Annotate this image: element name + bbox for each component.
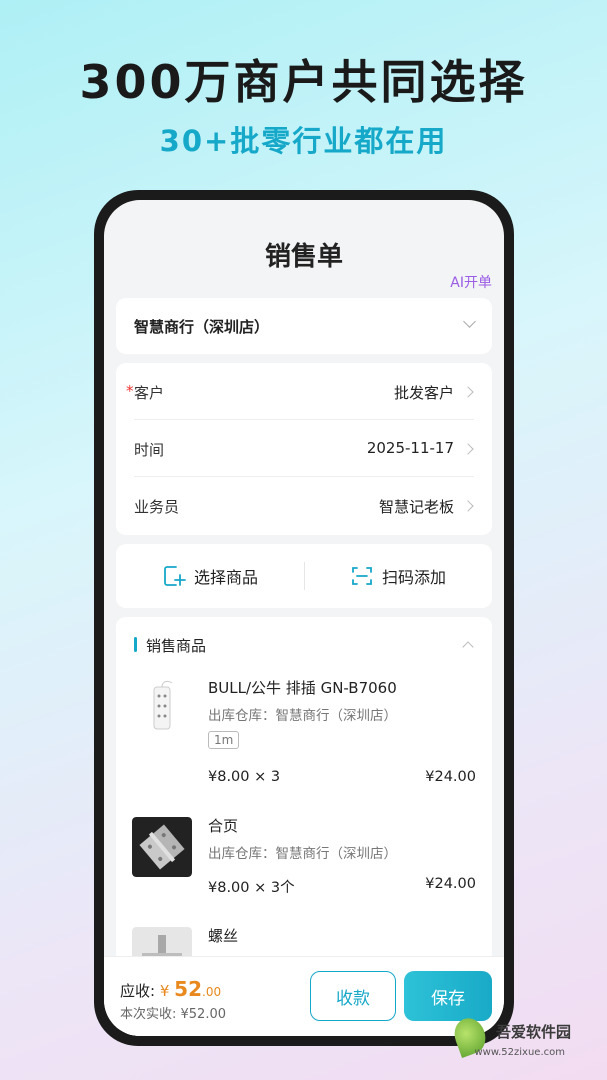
scan-icon [352,567,372,585]
list-item[interactable]: BULL/公牛 排插 GN-B7060 出库仓库：智慧商行（深圳店） 1m ¥8… [116,677,492,807]
salesperson-row[interactable]: 业务员 智慧记老板 [134,477,474,534]
add-goods-card: 选择商品 扫码添加 [116,544,492,608]
app-screen: 销售单 AI开单 智慧商行（深圳店） * 客户 批发客户 时间 2025-11-… [104,200,504,1036]
salesperson-value: 智慧记老板 [378,498,454,516]
item-price: ¥8.00 × 3个 [208,880,295,896]
item-name: 螺丝 [208,927,239,945]
item-name: BULL/公牛 排插 GN-B7060 [208,679,397,697]
promo-headline: 300万商户共同选择 [79,55,528,109]
date-label: 时间 [134,441,165,459]
chevron-right-icon [462,386,474,398]
item-spec-tag: 1m [208,731,240,749]
item-warehouse: 出库仓库：智慧商行（深圳店） [208,846,397,862]
scan-add-label: 扫码添加 [381,568,446,587]
store-name: 智慧商行（深圳店） [134,318,270,336]
promo-subline: 30+批零行业都在用 [159,124,448,158]
checkout-bar: 应收: ¥ 52.00 本次实收: ¥52.00 收款 保存 [104,956,504,1036]
item-price: ¥8.00 × 3 [208,769,281,785]
item-name: 合页 [208,817,239,835]
currency-symbol: ¥ [159,982,170,1000]
item-total: ¥24.00 [425,876,476,892]
list-item[interactable]: 合页 出库仓库：智慧商行（深圳店） ¥8.00 × 3个 ¥24.00 [116,815,492,915]
collapse-icon[interactable] [462,641,474,653]
customer-value: 批发客户 [393,384,454,402]
actual-received: 本次实收: ¥52.00 [120,1007,226,1022]
store-selector[interactable]: 智慧商行（深圳店） [116,298,492,354]
item-total: ¥24.00 [425,769,476,785]
salesperson-label: 业务员 [134,498,180,516]
customer-row[interactable]: * 客户 批发客户 [126,363,474,420]
receivable: 应收: ¥ 52.00 [120,977,221,1001]
watermark-name: 吾爱软件园 [495,1023,571,1041]
power-strip-image [132,677,192,737]
receivable-amount: 52 [174,977,203,1001]
required-mark: * [126,382,134,400]
watermark-logo: 吾爱软件园 www.52zixue.com [449,1012,591,1072]
ai-order-link[interactable]: AI开单 [450,272,492,292]
page-title: 销售单 [264,242,343,272]
select-goods-label: 选择商品 [193,568,258,587]
date-value: 2025-11-17 [366,439,454,457]
chevron-down-icon [463,315,476,328]
chevron-right-icon [462,500,474,512]
goods-section-title: 销售商品 [134,635,206,656]
phone-frame: 销售单 AI开单 智慧商行（深圳店） * 客户 批发客户 时间 2025-11-… [94,190,514,1046]
chevron-right-icon [462,443,474,455]
hinge-image [132,817,192,877]
scan-add-button[interactable]: 扫码添加 [304,544,492,608]
customer-label: 客户 [134,384,165,402]
receivable-cents: .00 [202,985,222,999]
order-info-card: * 客户 批发客户 时间 2025-11-17 业务员 智慧记老板 [116,363,492,535]
item-warehouse: 出库仓库：智慧商行（深圳店） [208,708,397,724]
date-row[interactable]: 时间 2025-11-17 [134,420,474,477]
collect-button[interactable]: 收款 [310,971,396,1021]
select-goods-button[interactable]: 选择商品 [116,544,304,608]
add-item-icon [164,566,186,586]
receivable-label: 应收: [120,982,156,1000]
watermark-url: www.52zixue.com [474,1047,566,1058]
